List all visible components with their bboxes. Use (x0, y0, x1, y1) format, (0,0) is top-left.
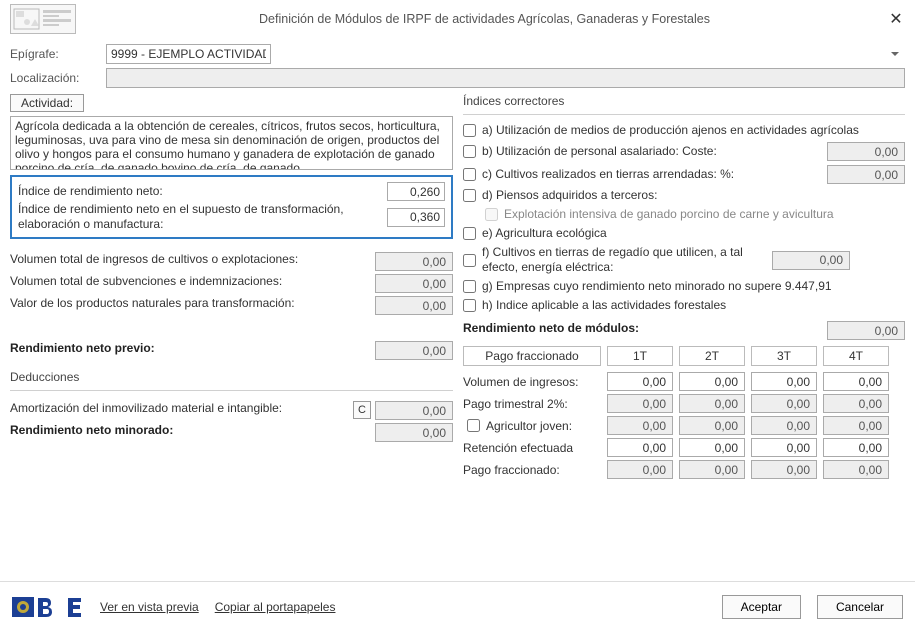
check-h-label: h) Indice aplicable a las actividades fo… (482, 298, 905, 313)
module-icon (10, 4, 76, 34)
vol-3t[interactable] (751, 372, 817, 391)
cancelar-button[interactable]: Cancelar (817, 595, 903, 619)
indice1-input[interactable] (387, 182, 445, 201)
check-a-label: a) Utilización de medios de producción a… (482, 123, 905, 138)
ret-4t[interactable] (823, 438, 889, 457)
vol-2t[interactable] (679, 372, 745, 391)
boe-logo (12, 592, 84, 622)
localizacion-label: Localización: (10, 71, 106, 85)
row-frac-label: Pago fraccionado: (463, 463, 601, 477)
ret-2t[interactable] (679, 438, 745, 457)
table-head-3t: 3T (751, 346, 817, 366)
amort-label: Amortización del inmovilizado material e… (10, 401, 353, 416)
row-joven-label: Agricultor joven: (486, 419, 572, 433)
check-f[interactable] (463, 254, 476, 267)
window-title: Definición de Módulos de IRPF de activid… (82, 12, 887, 26)
indice1-label: Índice de rendimiento neto: (18, 184, 387, 199)
table-row: Pago trimestral 2%: (463, 394, 905, 413)
check-a[interactable] (463, 124, 476, 137)
pago-fraccionado-table: Pago fraccionado 1T 2T 3T 4T Volumen de … (463, 346, 905, 479)
table-row: Retención efectuada (463, 438, 905, 457)
frac-2t (679, 460, 745, 479)
check-e[interactable] (463, 227, 476, 240)
volumen-subv-value (375, 274, 453, 293)
check-c-value (827, 165, 905, 184)
volumen-ingresos-label: Volumen total de ingresos de cultivos o … (10, 252, 375, 267)
check-f-label: f) Cultivos en tierras de regadío que ut… (482, 245, 772, 275)
frac-4t (823, 460, 889, 479)
table-head-4t: 4T (823, 346, 889, 366)
check-f-value (772, 251, 850, 270)
table-head-main: Pago fraccionado (463, 346, 601, 366)
epigrafe-select[interactable] (106, 44, 271, 64)
pago2-4t (823, 394, 889, 413)
row-ret-label: Retención efectuada (463, 441, 601, 455)
check-d-sub (485, 208, 498, 221)
table-head-2t: 2T (679, 346, 745, 366)
indice2-input[interactable] (387, 208, 445, 227)
joven-3t (751, 416, 817, 435)
epigrafe-label: Epígrafe: (10, 47, 106, 61)
volumen-subv-label: Volumen total de subvenciones e indemniz… (10, 274, 375, 289)
check-b-label: b) Utilización de personal asalariado: C… (482, 144, 827, 159)
check-joven[interactable] (467, 419, 480, 432)
joven-2t (679, 416, 745, 435)
actividad-button[interactable]: Actividad: (10, 94, 84, 112)
check-d-sub-label: Explotación intensiva de ganado porcino … (504, 207, 905, 222)
pago2-3t (751, 394, 817, 413)
check-e-label: e) Agricultura ecológica (482, 226, 905, 241)
check-d-label: d) Piensos adquiridos a terceros: (482, 188, 905, 203)
check-b-value (827, 142, 905, 161)
actividad-desc[interactable] (10, 116, 453, 170)
ret-1t[interactable] (607, 438, 673, 457)
joven-1t (607, 416, 673, 435)
rend-modulos-label: Rendimiento neto de módulos: (463, 321, 827, 336)
rend-previo-value (375, 341, 453, 360)
row-pago2-label: Pago trimestral 2%: (463, 397, 601, 411)
amort-edit-button[interactable]: C (353, 401, 371, 419)
amort-value (375, 401, 453, 420)
vol-4t[interactable] (823, 372, 889, 391)
indices-correctores-title: Índices correctores (463, 94, 905, 115)
aceptar-button[interactable]: Aceptar (722, 595, 801, 619)
link-copiar[interactable]: Copiar al portapapeles (215, 600, 336, 614)
joven-4t (823, 416, 889, 435)
valor-prod-label: Valor de los productos naturales para tr… (10, 296, 375, 311)
pago2-2t (679, 394, 745, 413)
frac-3t (751, 460, 817, 479)
row-vol-label: Volumen de ingresos: (463, 375, 601, 389)
indice2-label: Índice de rendimiento neto en el supuest… (18, 202, 387, 232)
table-head-1t: 1T (607, 346, 673, 366)
check-g-label: g) Empresas cuyo rendimiento neto minora… (482, 279, 905, 294)
deducciones-label: Deducciones (10, 370, 453, 384)
rend-modulos-value (827, 321, 905, 340)
check-g[interactable] (463, 280, 476, 293)
table-row: Volumen de ingresos: (463, 372, 905, 391)
check-c-label: c) Cultivos realizados en tierras arrend… (482, 167, 827, 182)
indices-frame: Índice de rendimiento neto: Índice de re… (10, 175, 453, 239)
check-h[interactable] (463, 299, 476, 312)
check-c[interactable] (463, 168, 476, 181)
check-b[interactable] (463, 145, 476, 158)
table-row: Pago fraccionado: (463, 460, 905, 479)
ret-3t[interactable] (751, 438, 817, 457)
rend-minorado-label: Rendimiento neto minorado: (10, 423, 375, 438)
valor-prod-value (375, 296, 453, 315)
pago2-1t (607, 394, 673, 413)
volumen-ingresos-value (375, 252, 453, 271)
frac-1t (607, 460, 673, 479)
check-d[interactable] (463, 189, 476, 202)
rend-previo-label: Rendimiento neto previo: (10, 341, 375, 356)
localizacion-input[interactable] (106, 68, 905, 88)
rend-minorado-value (375, 423, 453, 442)
table-row: Agricultor joven: (463, 416, 905, 435)
close-icon[interactable]: ✕ (887, 10, 905, 28)
link-vista-previa[interactable]: Ver en vista previa (100, 600, 199, 614)
vol-1t[interactable] (607, 372, 673, 391)
